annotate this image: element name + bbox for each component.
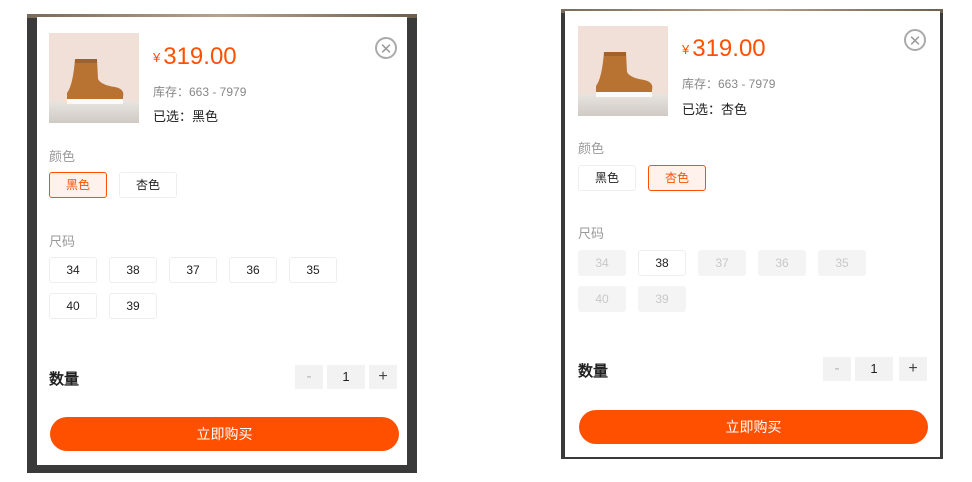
size-option: 36 <box>758 250 806 276</box>
price: ¥319.00 <box>682 35 766 62</box>
quantity-input[interactable]: 1 <box>855 357 893 381</box>
size-option: 34 <box>578 250 626 276</box>
boot-image <box>596 52 653 97</box>
color-label: 颜色 <box>578 141 605 156</box>
quantity-label: 数量 <box>578 363 609 380</box>
size-option[interactable]: 38 <box>109 257 157 283</box>
quantity-decrement-button[interactable]: - <box>295 365 323 389</box>
selected-variant: 已选：黑色 <box>153 109 219 124</box>
color-option[interactable]: 黑色 <box>578 165 636 191</box>
size-option[interactable]: 38 <box>638 250 686 276</box>
size-option[interactable]: 34 <box>49 257 97 283</box>
stock-range: 库存：663 - 7979 <box>682 77 776 91</box>
size-option[interactable]: 35 <box>289 257 337 283</box>
sku-panel: ¥319.00 库存：663 - 7979 已选：杏色 ✕ 颜色 黑色 杏色 尺码… <box>565 11 940 457</box>
sku-popup-left: ¥319.00 库存：663 - 7979 已选：黑色 ✕ 颜色 黑色 杏色 尺码… <box>27 14 417 473</box>
color-option[interactable]: 杏色 <box>119 172 177 198</box>
buy-now-button[interactable]: 立即购买 <box>579 410 928 444</box>
quantity-decrement-button[interactable]: - <box>823 357 851 381</box>
close-icon[interactable]: ✕ <box>375 37 397 59</box>
stock-range: 库存：663 - 7979 <box>153 85 247 99</box>
price: ¥319.00 <box>153 43 237 70</box>
color-option[interactable]: 黑色 <box>49 172 107 198</box>
color-option[interactable]: 杏色 <box>648 165 706 191</box>
size-option: 37 <box>698 250 746 276</box>
sku-panel: ¥319.00 库存：663 - 7979 已选：黑色 ✕ 颜色 黑色 杏色 尺码… <box>37 17 407 465</box>
close-icon[interactable]: ✕ <box>904 29 926 51</box>
buy-now-button[interactable]: 立即购买 <box>50 417 399 451</box>
quantity-increment-button[interactable]: + <box>369 365 397 389</box>
size-option[interactable]: 36 <box>229 257 277 283</box>
size-label: 尺码 <box>578 226 605 241</box>
size-option: 35 <box>818 250 866 276</box>
size-option: 40 <box>578 286 626 312</box>
quantity-input[interactable]: 1 <box>327 365 365 389</box>
size-option: 39 <box>638 286 686 312</box>
sku-popup-right: ¥319.00 库存：663 - 7979 已选：杏色 ✕ 颜色 黑色 杏色 尺码… <box>561 9 943 459</box>
size-label: 尺码 <box>49 234 76 249</box>
selected-variant: 已选：杏色 <box>682 102 748 117</box>
boot-image <box>67 59 124 104</box>
size-option[interactable]: 39 <box>109 293 157 319</box>
size-option[interactable]: 40 <box>49 293 97 319</box>
quantity-increment-button[interactable]: + <box>899 357 927 381</box>
product-thumbnail <box>49 33 139 123</box>
quantity-label: 数量 <box>49 371 80 388</box>
product-thumbnail <box>578 26 668 116</box>
size-option[interactable]: 37 <box>169 257 217 283</box>
color-label: 颜色 <box>49 149 76 164</box>
